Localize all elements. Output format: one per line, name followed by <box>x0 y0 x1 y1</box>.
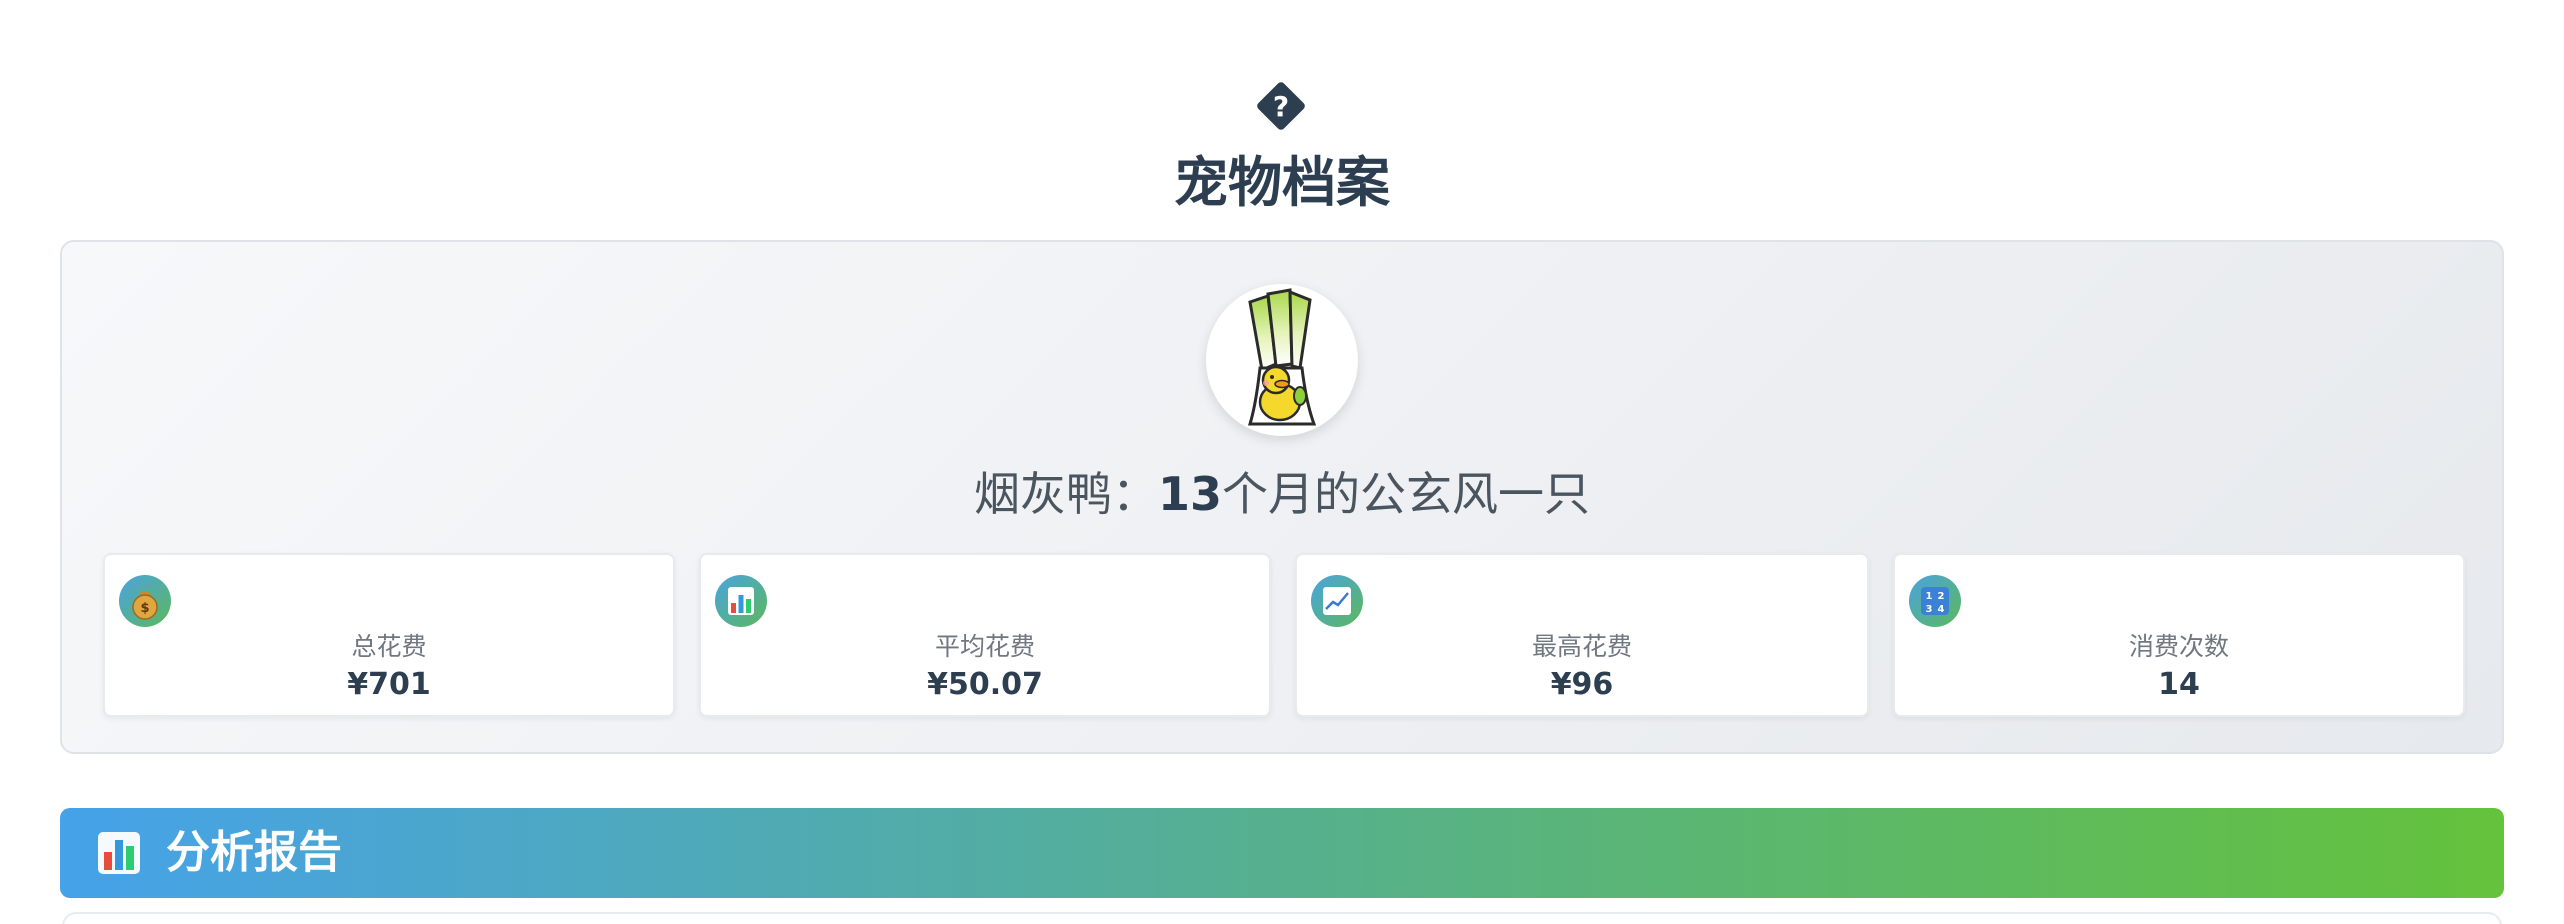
pet-description-text: 个月的公玄风一只 <box>1222 467 1590 521</box>
svg-text:4: 4 <box>1938 604 1945 615</box>
svg-text:3: 3 <box>1926 604 1933 615</box>
numbers-icon: 1 2 3 4 <box>1909 575 1961 627</box>
stat-card-count: 1 2 3 4 消费次数 14 <box>1893 553 2465 717</box>
trend-up-icon <box>1311 575 1363 627</box>
pet-profile-page: ? 宠物档案 烟灰鸭：13个月的公玄风一只 $ 总花费 ¥701 平均花费 ¥5… <box>0 0 2564 924</box>
bar-chart-icon <box>98 832 140 874</box>
bar-chart-icon <box>715 575 767 627</box>
svg-text:1: 1 <box>1926 591 1933 602</box>
svg-text:$: $ <box>140 601 149 616</box>
svg-text:2: 2 <box>1938 591 1945 602</box>
stat-card-max: 最高花费 ¥96 <box>1295 553 1869 717</box>
stat-value: ¥701 <box>347 667 431 702</box>
analysis-report-header: 分析报告 <box>60 808 2504 898</box>
money-bag-icon: $ <box>119 575 171 627</box>
stat-value: ¥96 <box>1550 667 1614 702</box>
question-diamond-icon: ? <box>1257 82 1305 130</box>
pet-age: 13 <box>1157 467 1222 521</box>
report-card <box>62 912 2502 924</box>
stat-value: 14 <box>2158 667 2200 702</box>
section-title: 分析报告 <box>166 827 342 878</box>
page-title: 宠物档案 <box>1174 151 1390 214</box>
stat-card-total: $ 总花费 ¥701 <box>103 553 675 717</box>
svg-text:?: ? <box>1273 90 1289 123</box>
pet-description: 烟灰鸭：13个月的公玄风一只 <box>0 458 2564 530</box>
pet-name: 烟灰鸭： <box>973 467 1158 521</box>
stat-label: 消费次数 <box>2128 632 2229 661</box>
stat-value: ¥50.07 <box>927 667 1043 702</box>
stat-card-average: 平均花费 ¥50.07 <box>699 553 1271 717</box>
pet-avatar <box>1206 284 1358 436</box>
stat-label: 平均花费 <box>934 632 1035 661</box>
stat-label: 最高花费 <box>1531 632 1632 661</box>
stat-label: 总花费 <box>351 632 427 661</box>
leek-duck-avatar-icon <box>1247 288 1317 426</box>
